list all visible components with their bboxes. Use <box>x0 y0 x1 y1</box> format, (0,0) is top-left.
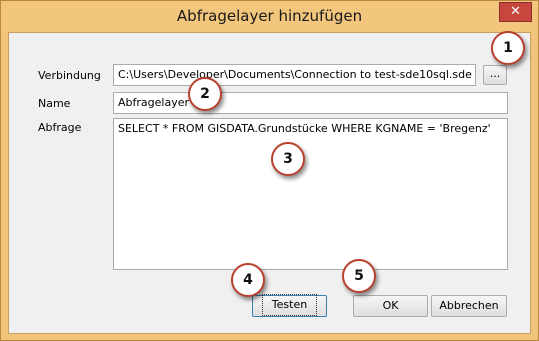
callout-marker-3: 3 <box>271 142 305 176</box>
dialog-window: Abfragelayer hinzufügen ✕ Verbindung C:\… <box>0 0 539 341</box>
cancel-button[interactable]: Abbrechen <box>431 295 507 317</box>
close-icon: ✕ <box>510 4 521 19</box>
callout-marker-4: 4 <box>231 263 265 297</box>
query-textarea[interactable]: SELECT * FROM GISDATA.Grundstücke WHERE … <box>113 118 508 270</box>
test-button[interactable]: Testen <box>252 294 327 317</box>
ok-button[interactable]: OK <box>353 295 428 317</box>
window-title: Abfragelayer hinzufügen <box>176 7 363 25</box>
browse-button[interactable]: ... <box>483 65 507 85</box>
title-bar[interactable]: Abfragelayer hinzufügen ✕ <box>1 1 538 32</box>
callout-marker-5: 5 <box>342 259 376 293</box>
test-button-label: Testen <box>261 294 318 316</box>
close-button[interactable]: ✕ <box>499 2 532 22</box>
ok-button-label: OK <box>382 299 399 312</box>
browse-label: ... <box>489 67 501 80</box>
cancel-button-label: Abbrechen <box>439 299 499 312</box>
name-field[interactable]: Abfragelayer <box>113 92 508 114</box>
callout-marker-1: 1 <box>491 31 525 65</box>
connection-field[interactable]: C:\Users\Developer\Documents\Connection … <box>113 64 476 86</box>
name-label: Name <box>38 97 71 110</box>
dialog-body: Verbindung C:\Users\Developer\Documents\… <box>8 32 531 334</box>
connection-label: Verbindung <box>38 69 101 82</box>
callout-marker-2: 2 <box>188 77 222 111</box>
query-label: Abfrage <box>38 121 82 134</box>
